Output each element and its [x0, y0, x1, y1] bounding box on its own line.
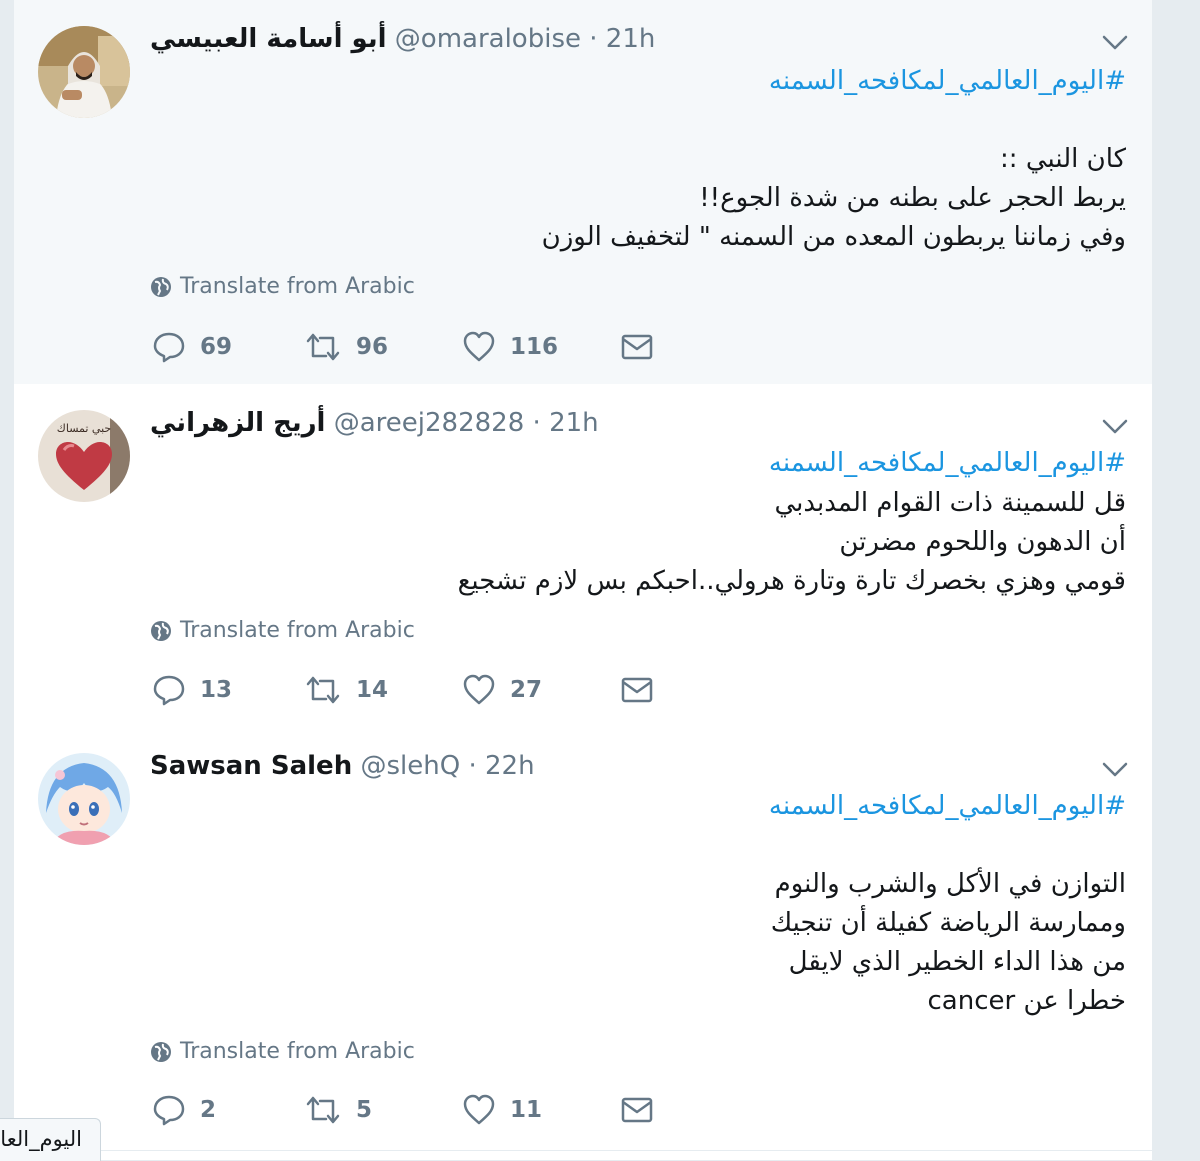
status-tooltip-text: اليوم_العالمي — [0, 1127, 82, 1151]
user-fullname[interactable]: أريج الزهراني — [150, 408, 325, 438]
tweet-actions: 69 96 116 — [152, 330, 672, 370]
user-handle[interactable]: @omaralobise — [395, 24, 581, 54]
retweet-button[interactable]: 96 — [304, 330, 388, 364]
like-button[interactable]: 116 — [462, 330, 558, 364]
tweet-time-separator: · — [468, 751, 477, 781]
globe-icon — [151, 1041, 171, 1062]
like-button[interactable]: 27 — [462, 673, 542, 707]
translate-label: Translate from Arabic — [180, 1039, 415, 1064]
chevron-down-icon[interactable] — [1100, 414, 1130, 438]
envelope-icon — [621, 334, 653, 360]
tweet-actions: 2 5 11 — [152, 1093, 672, 1133]
reply-button[interactable]: 13 — [152, 673, 232, 707]
hashtag-link[interactable]: #اليوم_العالمي_لمكافحه_السمنه — [150, 787, 1126, 826]
left-gutter — [0, 0, 14, 1160]
reply-icon — [153, 675, 185, 706]
user-fullname[interactable]: أبو أسامة العبيسي — [150, 24, 387, 54]
avatar[interactable] — [38, 26, 130, 118]
tweet-actions: 13 14 27 — [152, 673, 672, 713]
tweet-header: أريج الزهراني @areej282828 · 21h — [150, 408, 599, 438]
hashtag-link[interactable]: #اليوم_العالمي_لمكافحه_السمنه — [150, 62, 1126, 101]
tweet-time-separator: · — [589, 24, 598, 54]
heart-icon — [463, 674, 495, 705]
retweet-button[interactable]: 14 — [304, 673, 388, 707]
timeline: أبو أسامة العبيسي @omaralobise · 21h #ال… — [14, 0, 1152, 1160]
globe-icon — [151, 620, 171, 641]
tweet-text: التوازن في الأكل والشرب والنوم وممارسة ا… — [770, 869, 1126, 1016]
direct-message-button[interactable] — [620, 673, 654, 707]
direct-message-button[interactable] — [620, 330, 654, 364]
reply-icon — [153, 332, 185, 363]
retweet-icon — [306, 333, 340, 361]
tweet-time-separator: · — [532, 408, 541, 438]
tweet-time[interactable]: 21h — [606, 24, 656, 54]
tweet-header: Sawsan Saleh @slehQ · 22h — [150, 751, 535, 781]
avatar[interactable]: حبي تمساك — [38, 410, 130, 502]
like-count: 27 — [510, 677, 543, 703]
envelope-icon — [621, 677, 653, 703]
hashtag-link[interactable]: #اليوم_العالمي_لمكافحه_السمنه — [150, 444, 1126, 483]
envelope-icon — [621, 1097, 653, 1123]
retweet-count: 96 — [356, 334, 389, 360]
avatar[interactable] — [38, 753, 130, 845]
like-count: 116 — [510, 334, 559, 360]
user-handle[interactable]: @slehQ — [360, 751, 460, 781]
retweet-button[interactable]: 5 — [304, 1093, 372, 1127]
translate-link[interactable]: Translate from Arabic — [150, 1039, 415, 1064]
right-gutter — [1152, 0, 1200, 1160]
user-fullname[interactable]: Sawsan Saleh — [150, 751, 352, 781]
avatar-caption: حبي تمساك — [57, 422, 111, 435]
heart-icon — [463, 1094, 495, 1125]
retweet-count: 14 — [356, 677, 389, 703]
globe-icon — [151, 276, 171, 297]
reply-icon — [153, 1095, 185, 1126]
tweet-time[interactable]: 22h — [485, 751, 535, 781]
like-button[interactable]: 11 — [462, 1093, 542, 1127]
chevron-down-icon[interactable] — [1100, 757, 1130, 781]
tweet[interactable]: Sawsan Saleh @slehQ · 22h #اليوم_العالمي… — [14, 727, 1152, 1151]
translate-link[interactable]: Translate from Arabic — [150, 618, 415, 643]
retweet-count: 5 — [356, 1097, 373, 1123]
heart-icon — [463, 331, 495, 362]
retweet-icon — [306, 1096, 340, 1124]
tweet-text: كان النبي :: يربط الحجر على بطنه من شدة … — [541, 144, 1126, 252]
reply-count: 69 — [200, 334, 233, 360]
reply-button[interactable]: 69 — [152, 330, 232, 364]
user-handle[interactable]: @areej282828 — [334, 408, 525, 438]
tweet-text: قل للسمينة ذات القوام المدبدبي أن الدهون… — [457, 488, 1126, 596]
tweet[interactable]: حبي تمساك أريج الزهراني @areej282828 · 2… — [14, 384, 1152, 728]
tweet-time[interactable]: 21h — [549, 408, 599, 438]
reply-button[interactable]: 2 — [152, 1093, 216, 1127]
reply-count: 2 — [200, 1097, 217, 1123]
translate-link[interactable]: Translate from Arabic — [150, 274, 415, 299]
tweet[interactable]: أبو أسامة العبيسي @omaralobise · 21h #ال… — [14, 0, 1152, 385]
chevron-down-icon[interactable] — [1100, 30, 1130, 54]
direct-message-button[interactable] — [620, 1093, 654, 1127]
retweet-icon — [306, 676, 340, 704]
reply-count: 13 — [200, 677, 233, 703]
status-tooltip: اليوم_العالمي — [0, 1118, 101, 1161]
like-count: 11 — [510, 1097, 543, 1123]
tweet-header: أبو أسامة العبيسي @omaralobise · 21h — [150, 24, 655, 54]
translate-label: Translate from Arabic — [180, 618, 415, 643]
translate-label: Translate from Arabic — [180, 274, 415, 299]
